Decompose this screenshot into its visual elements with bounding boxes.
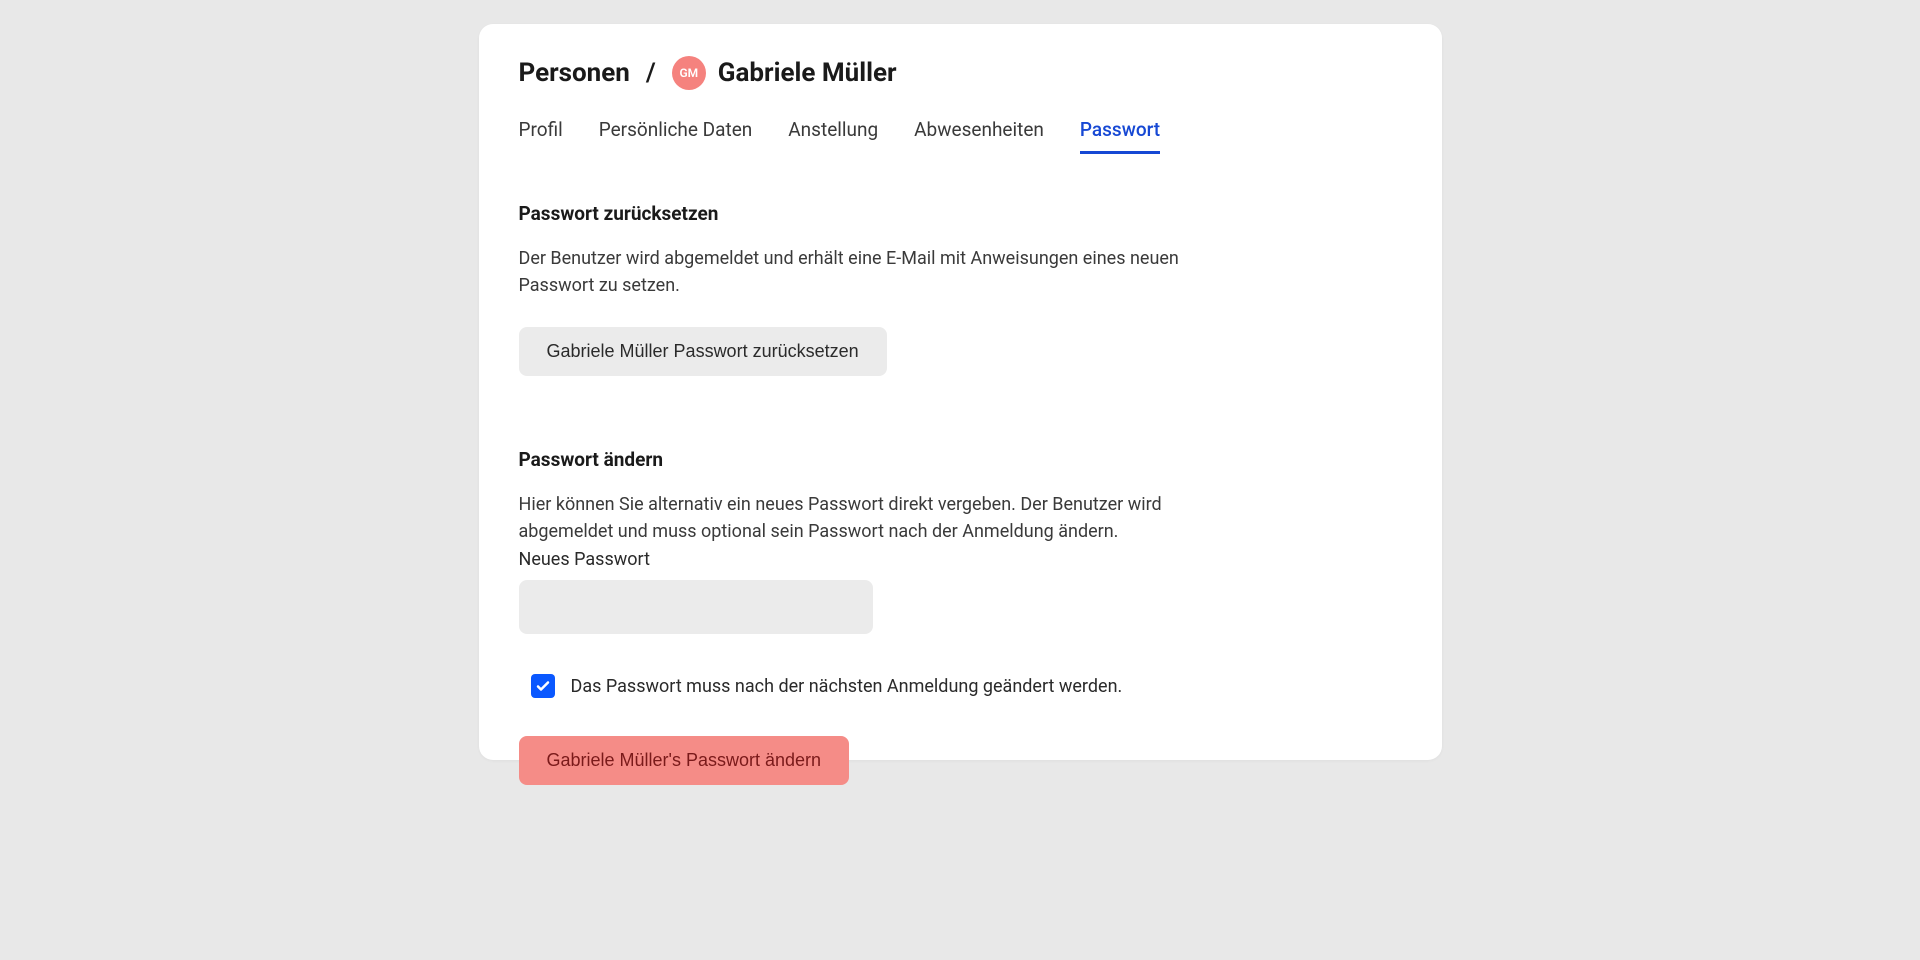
force-change-checkbox-label: Das Passwort muss nach der nächsten Anme… [571,676,1123,697]
avatar-initials: GM [679,66,698,80]
tab-abwesenheiten[interactable]: Abwesenheiten [914,118,1044,154]
change-password-title: Passwort ändern [519,448,1402,471]
breadcrumb-root-link[interactable]: Personen [519,58,630,88]
breadcrumb-current: GM Gabriele Müller [672,56,897,90]
tab-passwort[interactable]: Passwort [1080,118,1160,154]
avatar: GM [672,56,706,90]
breadcrumb-separator: / [646,58,656,88]
tabs: Profil Persönliche Daten Anstellung Abwe… [519,118,1402,154]
reset-password-button[interactable]: Gabriele Müller Passwort zurücksetzen [519,327,887,376]
new-password-input[interactable] [519,580,873,634]
force-change-checkbox-row: Das Passwort muss nach der nächsten Anme… [531,674,1402,698]
breadcrumb: Personen / GM Gabriele Müller [519,56,1402,90]
change-password-button[interactable]: Gabriele Müller's Passwort ändern [519,736,850,785]
new-password-label: Neues Passwort [519,549,1402,570]
change-password-section: Passwort ändern Hier können Sie alternat… [519,448,1402,785]
reset-password-title: Passwort zurücksetzen [519,202,1402,225]
password-settings-card: Personen / GM Gabriele Müller Profil Per… [479,24,1442,760]
reset-password-section: Passwort zurücksetzen Der Benutzer wird … [519,202,1402,376]
reset-password-description: Der Benutzer wird abgemeldet und erhält … [519,245,1239,299]
tab-anstellung[interactable]: Anstellung [788,118,878,154]
change-password-description: Hier können Sie alternativ ein neues Pas… [519,491,1239,545]
tab-profil[interactable]: Profil [519,118,563,154]
tab-persoenliche-daten[interactable]: Persönliche Daten [599,118,753,154]
breadcrumb-person-name: Gabriele Müller [718,58,897,88]
checkmark-icon [535,678,551,694]
force-change-checkbox[interactable] [531,674,555,698]
